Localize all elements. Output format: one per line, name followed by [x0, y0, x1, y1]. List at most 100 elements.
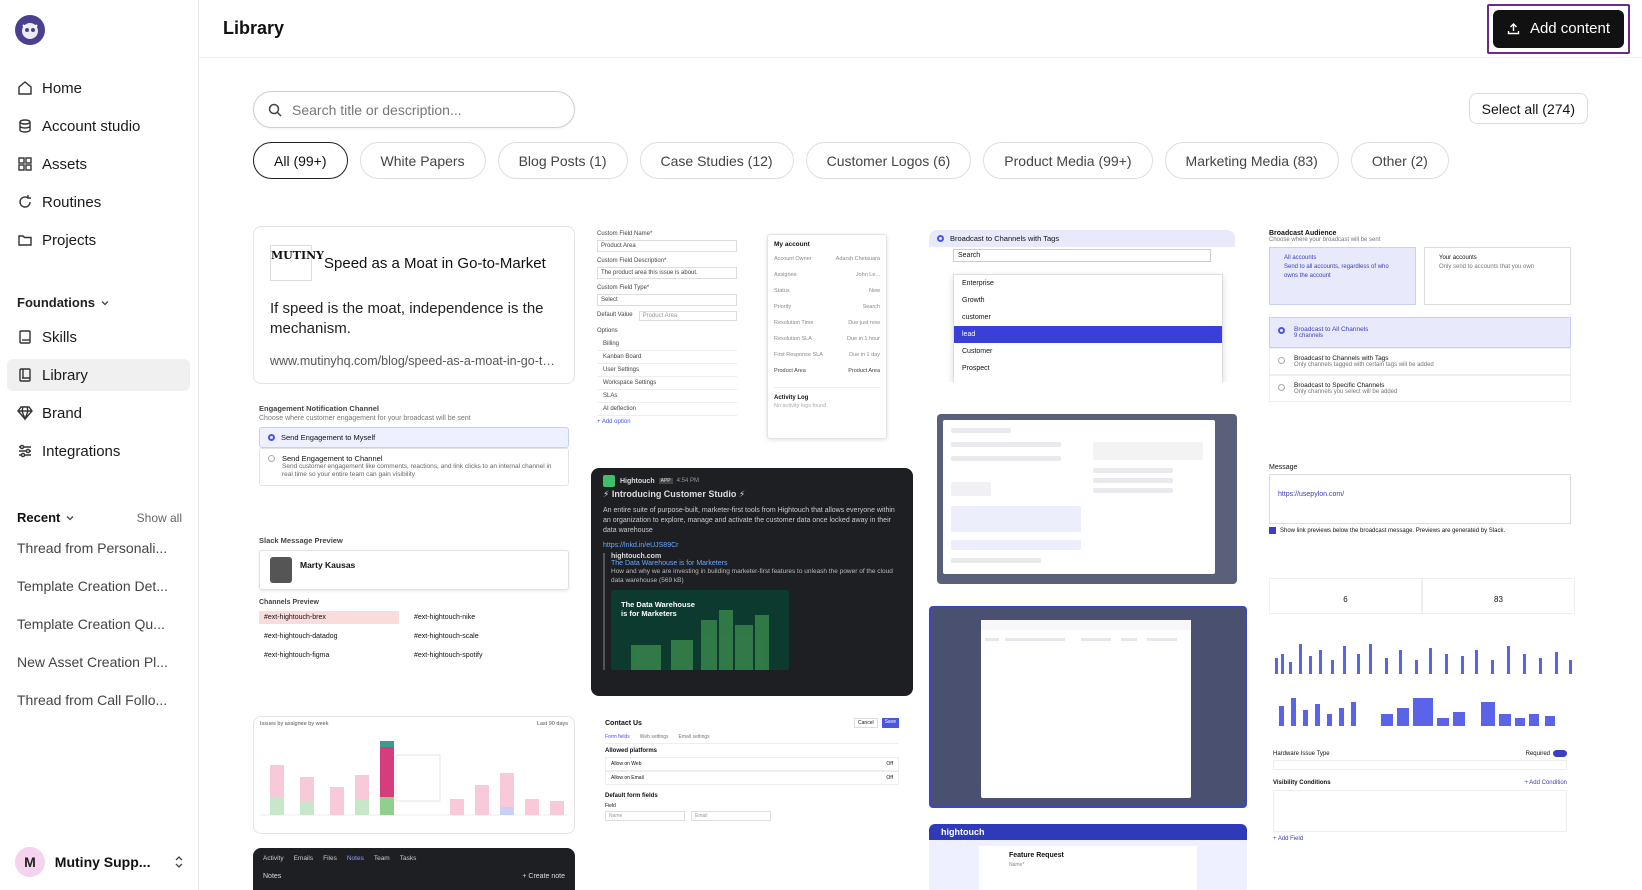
select-all-button[interactable]: Select all (274) — [1468, 93, 1588, 124]
content-card-slack-preview[interactable]: Slack Message Preview Marty Kausas Chann… — [253, 532, 575, 692]
audience-opt1-label: Broadcast to All Channels — [1294, 326, 1369, 333]
cf-option: Workspace Settings — [597, 377, 737, 390]
visibility-conditions: Visibility Conditions — [1273, 780, 1331, 786]
visibility-field: Hardware Issue Type — [1273, 750, 1330, 757]
post-link-desc: How and why we are investing in building… — [611, 568, 893, 584]
channel-tag: #ext-hightouch-figma — [264, 652, 330, 659]
post-preview-image: The Data Warehouse is for Marketers — [611, 590, 789, 670]
tag-option-selected: lead — [954, 326, 1222, 343]
filter-chip-all[interactable]: All (99+) — [253, 142, 348, 179]
ap-val: Adarsh Chetsuara — [835, 256, 880, 262]
nav-brand[interactable]: Brand — [7, 397, 190, 429]
sliders-icon — [19, 444, 31, 458]
content-card-create-broadcast[interactable] — [937, 414, 1237, 584]
ap-key: First Response SLA — [774, 352, 823, 358]
content-card-visibility[interactable]: Hardware Issue Type Required Visibility … — [1267, 748, 1573, 890]
contact-default-fields: Default form fields — [605, 793, 658, 799]
audience-opt2-sub: Only channels tagged with certain tags w… — [1294, 362, 1434, 368]
recent-item[interactable]: New Asset Creation Pl... — [17, 654, 177, 692]
filter-chip-blog-posts[interactable]: Blog Posts (1) — [497, 142, 628, 179]
engagement-opt1: Send Engagement to Myself — [281, 433, 376, 442]
contact-email-field: Email — [691, 811, 771, 821]
post-tag: APP — [658, 478, 673, 484]
content-card-tags-dropdown[interactable]: Broadcast to Channels with Tags Search E… — [929, 230, 1235, 382]
recent-item[interactable]: Thread from Personali... — [17, 540, 177, 578]
foundations-label: Foundations — [17, 295, 95, 310]
recent-item[interactable]: Thread from Call Follo... — [17, 692, 177, 730]
recent-item[interactable]: Template Creation Qu... — [17, 616, 177, 654]
engagement-heading: Engagement Notification Channel — [259, 404, 380, 413]
ap-key: Resolution SLA — [774, 336, 812, 342]
content-card-issues-chart[interactable]: Issues by assignee by week Last 90 days — [253, 716, 575, 834]
nav-label: Skills — [42, 328, 78, 346]
nav-label: Integrations — [42, 442, 121, 460]
nav-home[interactable]: Home — [7, 72, 190, 104]
recent-item[interactable]: Template Creation Det... — [17, 578, 177, 616]
channel-tag: #ext-hightouch-datadog — [264, 633, 338, 640]
nav-assets[interactable]: Assets — [7, 148, 190, 180]
show-all-link[interactable]: Show all — [137, 511, 182, 525]
content-card-contact-us[interactable]: Contact Us Cancel Save Form fields Web se… — [591, 712, 913, 890]
nav-routines[interactable]: Routines — [7, 186, 190, 218]
account-panel-title: My account — [774, 241, 810, 248]
recent-list: Thread from Personali... Template Creati… — [17, 540, 177, 730]
contact-name-field: Name — [605, 811, 685, 821]
engagement-option-myself: Send Engagement to Myself — [259, 427, 569, 448]
cf-type-value: Select — [597, 294, 737, 306]
message-editor: https://usepylon.com/ — [1269, 474, 1571, 524]
add-content-button[interactable]: Add content — [1492, 9, 1624, 48]
filter-chip-other[interactable]: Other (2) — [1350, 142, 1449, 179]
audience-sub: Choose where your broadcast will be sent — [1269, 237, 1381, 243]
nav-label: Assets — [42, 155, 88, 173]
content-card-feature-request[interactable]: hightouch Feature Request Name* — [929, 824, 1247, 890]
post-link[interactable]: https://lnkd.in/eUJS89Cr — [603, 542, 901, 549]
cf-add-option: + Add option — [597, 419, 631, 425]
book-icon — [19, 330, 31, 344]
nav-skills[interactable]: Skills — [7, 321, 190, 353]
content-card-activity[interactable]: Activity Emails Files Notes Team Tasks N… — [253, 848, 575, 890]
user-name: Mutiny Supp... — [54, 854, 151, 870]
search-input[interactable] — [292, 101, 552, 118]
recent-label: Recent — [17, 510, 61, 525]
card-description: If speed is the moat, independence is th… — [270, 300, 544, 337]
user-menu[interactable]: M Mutiny Supp... — [15, 846, 185, 878]
contact-allowed: Allowed platforms — [605, 748, 658, 754]
channels-list: #ext-hightouch-brex #ext-hightouch-nike … — [259, 611, 569, 662]
contact-tab: Web settings — [639, 734, 669, 740]
filter-chip-case-studies[interactable]: Case Studies (12) — [639, 142, 794, 179]
contact-allow-web: Allow on Web — [611, 761, 642, 767]
nav-integrations[interactable]: Integrations — [7, 435, 190, 467]
audience-opt3-sub: Only channels you select will be added — [1294, 389, 1398, 395]
nav-account-studio[interactable]: Account studio — [7, 110, 190, 142]
engagement-opt2: Send Engagement to Channel — [282, 454, 383, 463]
recent-toggle[interactable]: Recent — [17, 510, 75, 525]
content-card-message[interactable]: Message https://usepylon.com/ Show link … — [1267, 462, 1573, 546]
app-logo-icon[interactable] — [15, 15, 45, 45]
create-note: + Create note — [522, 873, 565, 880]
content-card-engagement[interactable]: Engagement Notification Channel Choose w… — [253, 400, 575, 514]
search-box[interactable] — [253, 91, 575, 128]
content-card-custom-field[interactable]: Custom Field Name* Product Area Custom F… — [591, 226, 913, 448]
content-card-hightouch-post[interactable]: Hightouch APP 4:54 PM ⚡ Introducing Cust… — [591, 468, 913, 696]
feature-request-title: Feature Request — [1009, 852, 1064, 859]
filter-chip-customer-logos[interactable]: Customer Logos (6) — [805, 142, 972, 179]
sidebar: Home Account studio Assets Routines Proj… — [0, 0, 199, 890]
content-card-stats[interactable]: 6 83 — [1267, 566, 1577, 742]
filter-chip-product-media[interactable]: Product Media (99+) — [983, 142, 1153, 179]
contact-cancel: Cancel — [854, 718, 878, 728]
visibility-add-condition: + Add Condition — [1524, 780, 1567, 786]
nav-library[interactable]: Library — [7, 359, 190, 391]
contact-title: Contact Us — [605, 719, 642, 727]
content-card-blog[interactable]: MUTINY Speed as a Moat in Go-to-Market I… — [253, 226, 575, 384]
chevron-down-icon — [66, 515, 74, 520]
topbar: Library Add content — [199, 0, 1642, 58]
filter-chip-white-papers[interactable]: White Papers — [359, 142, 486, 179]
nav-projects[interactable]: Projects — [7, 224, 190, 256]
filter-chip-marketing-media[interactable]: Marketing Media (83) — [1164, 142, 1339, 179]
content-card-selected-issues[interactable] — [929, 606, 1247, 808]
tags-search: Search — [953, 249, 1211, 262]
audience-all-desc: Send to all accounts, regardless of who … — [1284, 264, 1389, 279]
ap-val: Search — [862, 304, 880, 310]
content-card-broadcast-audience[interactable]: Broadcast Audience Choose where your bro… — [1267, 226, 1573, 432]
foundations-heading[interactable]: Foundations — [17, 295, 110, 310]
